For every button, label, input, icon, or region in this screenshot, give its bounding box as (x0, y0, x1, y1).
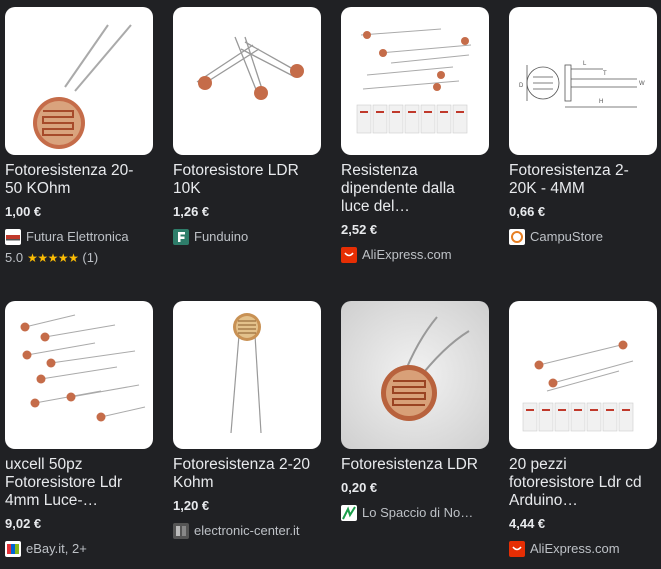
merchant[interactable]: CampuStore (509, 229, 657, 245)
merchant[interactable]: Lo Spaccio di No… (341, 505, 489, 521)
lo-spaccio-favicon-icon (341, 505, 357, 521)
merchant-name: AliExpress.com (530, 541, 620, 556)
product-price: 0,20 € (341, 480, 378, 495)
product-title[interactable]: 20 pezzi fotoresistore Ldr cd Arduino… (509, 456, 657, 510)
product-card[interactable]: Fotoresistenza LDR 0,20 € Lo Spaccio di … (341, 301, 489, 521)
aliexpress-favicon-icon (341, 247, 357, 263)
product-image[interactable] (5, 7, 153, 155)
product-price: 2,52 € (341, 222, 378, 237)
product-price: 4,44 € (509, 516, 546, 531)
aliexpress-favicon-icon (509, 541, 525, 557)
product-title[interactable]: Fotoresistenza LDR (341, 456, 489, 474)
dimension-label: D (519, 83, 524, 89)
product-title[interactable]: Resistenza dipendente dalla luce del… (341, 162, 489, 216)
dimension-label: W (639, 81, 645, 87)
product-card[interactable]: D H L W T Fotoresistenza 2-20K - 4MM 0,6… (509, 7, 657, 245)
merchant[interactable]: Futura Elettronica (5, 229, 153, 245)
star-icon: ★★★★★ (27, 251, 79, 265)
product-card[interactable]: uxcell 50pz Fotoresistore Ldr 4mm Luce-…… (5, 301, 153, 557)
product-image[interactable] (5, 301, 153, 449)
merchant[interactable]: Funduino (173, 229, 321, 245)
merchant-name: Futura Elettronica (26, 229, 129, 244)
merchant-name: CampuStore (530, 229, 603, 244)
product-rating: 5.0 ★★★★★ (1) (5, 250, 153, 266)
product-price: 1,26 € (173, 204, 210, 219)
product-image[interactable] (173, 7, 321, 155)
product-image[interactable] (173, 301, 321, 449)
dimension-label: T (603, 71, 607, 77)
product-image[interactable] (341, 7, 489, 155)
merchant-name: eBay.it, 2+ (26, 541, 87, 556)
product-title[interactable]: Fotoresistenza 2-20K - 4MM (509, 162, 657, 198)
product-price: 9,02 € (5, 516, 42, 531)
product-title[interactable]: Fotoresistenza 20-50 KOhm (5, 162, 153, 198)
merchant-name: Lo Spaccio di No… (362, 505, 474, 520)
product-price: 0,66 € (509, 204, 546, 219)
merchant-name: Funduino (194, 229, 249, 244)
product-title[interactable]: Fotoresistenza 2-20 Kohm (173, 456, 321, 492)
campustore-favicon-icon (509, 229, 525, 245)
merchant[interactable]: AliExpress.com (509, 541, 657, 557)
product-card[interactable]: Fotoresistenza 20-50 KOhm 1,00 € Futura … (5, 7, 153, 266)
merchant-name: electronic-center.it (194, 523, 300, 538)
product-image[interactable] (341, 301, 489, 449)
product-image[interactable]: D H L W T (509, 7, 657, 155)
merchant[interactable]: eBay.it, 2+ (5, 541, 153, 557)
product-card[interactable]: Fotoresistenza 2-20 Kohm 1,20 € electron… (173, 301, 321, 539)
ebay-favicon-icon (5, 541, 21, 557)
product-image[interactable] (509, 301, 657, 449)
product-card[interactable]: Fotoresistore LDR 10K 1,26 € Funduino (173, 7, 321, 245)
product-title[interactable]: Fotoresistore LDR 10K (173, 162, 321, 198)
dimension-label: H (599, 99, 603, 105)
electronic-center-favicon-icon (173, 523, 189, 539)
rating-value: 5.0 (5, 250, 24, 265)
product-title[interactable]: uxcell 50pz Fotoresistore Ldr 4mm Luce-… (5, 456, 153, 510)
product-price: 1,00 € (5, 204, 42, 219)
futura-favicon-icon (5, 229, 21, 245)
product-card[interactable]: Resistenza dipendente dalla luce del… 2,… (341, 7, 489, 263)
merchant[interactable]: AliExpress.com (341, 247, 489, 263)
rating-count: (1) (82, 250, 99, 265)
merchant[interactable]: electronic-center.it (173, 523, 321, 539)
product-price: 1,20 € (173, 498, 210, 513)
funduino-favicon-icon (173, 229, 189, 245)
merchant-name: AliExpress.com (362, 247, 452, 262)
product-card[interactable]: 20 pezzi fotoresistore Ldr cd Arduino… 4… (509, 301, 657, 557)
